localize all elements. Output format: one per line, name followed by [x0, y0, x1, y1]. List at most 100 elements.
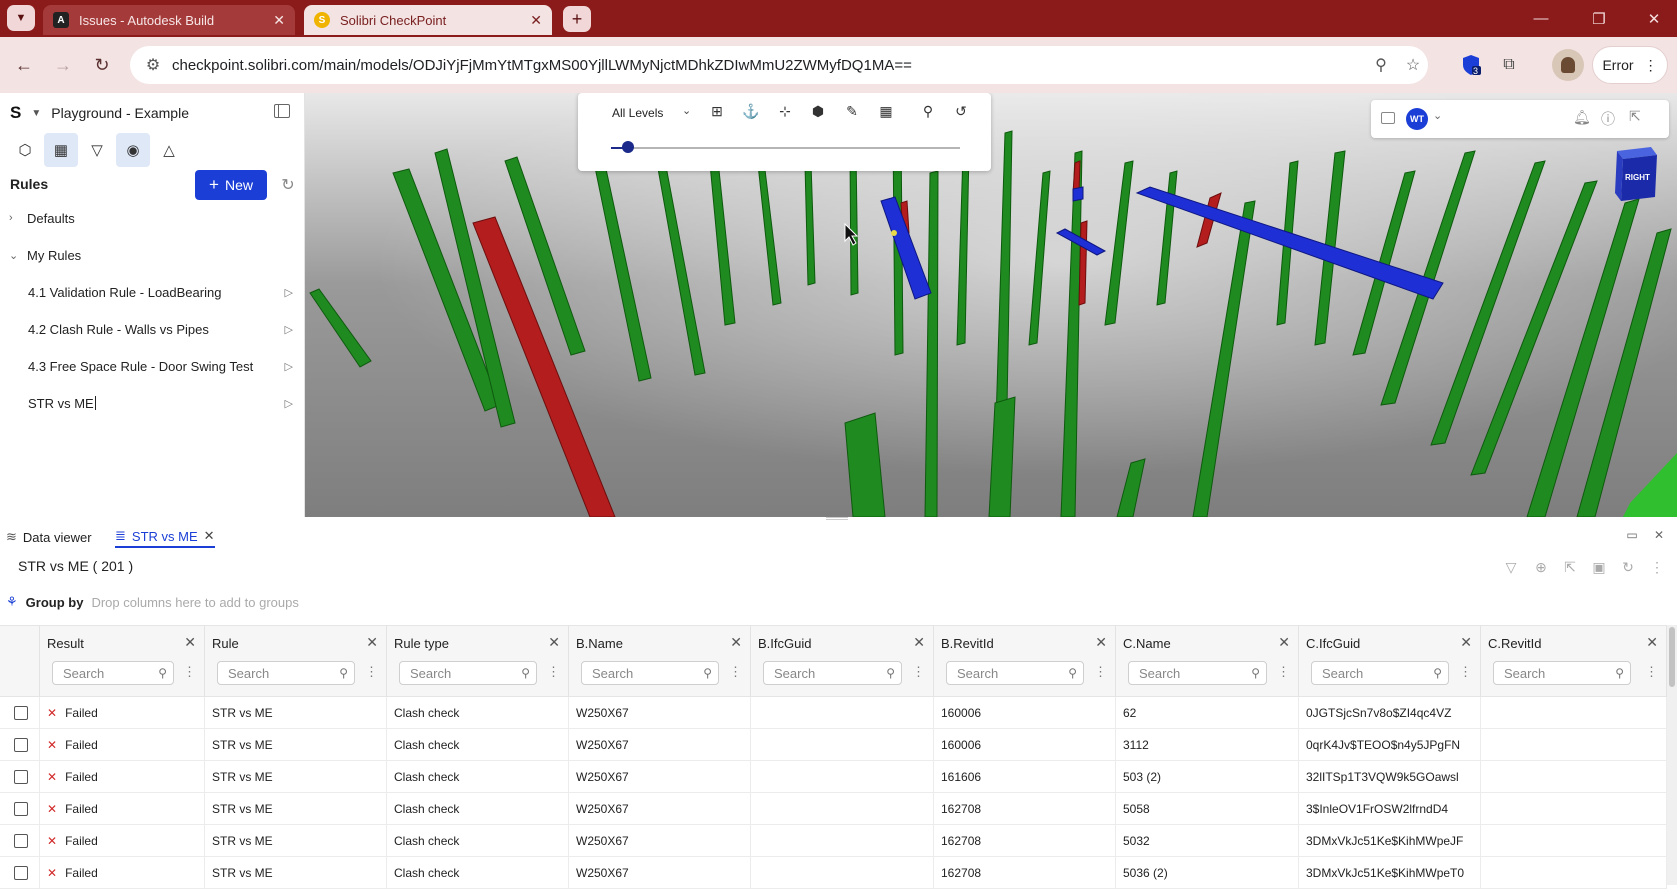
column-header-c-ifcguid[interactable]: C.IfcGuid ✕ Search ⚲ ⋮: [1299, 626, 1481, 698]
map-icon[interactable]: ⊞: [706, 100, 728, 122]
close-panel-icon[interactable]: ✕: [1650, 526, 1668, 544]
filter-icon[interactable]: ▽: [1500, 556, 1522, 578]
close-tab-icon[interactable]: ✕: [273, 12, 285, 29]
filter-icon[interactable]: ▽: [80, 133, 114, 167]
remove-column-icon[interactable]: ✕: [1646, 634, 1658, 651]
zoom-fit-icon[interactable]: ⚲: [917, 100, 939, 122]
row-checkbox[interactable]: [14, 770, 28, 784]
maximize-panel-icon[interactable]: ▭: [1623, 526, 1641, 544]
column-search-input[interactable]: Search ⚲: [1311, 661, 1449, 685]
forward-icon[interactable]: →: [49, 51, 77, 79]
column-header-c-revitid[interactable]: C.RevitId ✕ Search ⚲ ⋮: [1481, 626, 1667, 698]
remove-column-icon[interactable]: ✕: [730, 634, 742, 651]
minimize-window-icon[interactable]: —: [1518, 0, 1564, 37]
run-rule-play-icon[interactable]: ▷: [285, 323, 293, 336]
site-info-icon[interactable]: ⚙: [138, 46, 168, 84]
focus-target-icon[interactable]: ⊹: [774, 100, 796, 122]
column-menu-icon[interactable]: ⋮: [1277, 664, 1290, 680]
model-scene[interactable]: [305, 93, 1677, 517]
group-by-bar[interactable]: ⚘ Group by Drop columns here to add to g…: [6, 594, 299, 610]
column-menu-icon[interactable]: ⋮: [183, 664, 196, 680]
close-tab-icon[interactable]: ✕: [530, 12, 542, 29]
view-cube[interactable]: RIGHT: [1609, 145, 1659, 201]
level-select-label[interactable]: All Levels: [612, 106, 663, 120]
rule-item-selected[interactable]: STR vs ME ▷: [0, 390, 305, 416]
add-issue-icon[interactable]: ⊕: [1530, 556, 1552, 578]
chevron-down-icon[interactable]: ⌄: [682, 104, 691, 117]
measure-ruler-icon[interactable]: ✎: [841, 100, 863, 122]
tab-str-vs-me[interactable]: ≣ STR vs ME ✕: [115, 526, 215, 548]
column-search-input[interactable]: Search ⚲: [1128, 661, 1267, 685]
column-menu-icon[interactable]: ⋮: [1645, 664, 1658, 680]
user-avatar[interactable]: WT: [1406, 108, 1428, 130]
rules-check-icon[interactable]: ◉: [116, 133, 150, 167]
row-checkbox[interactable]: [14, 802, 28, 816]
share-export-icon[interactable]: ⇱: [1629, 108, 1641, 125]
project-selector[interactable]: S ▼ Playground - Example: [10, 101, 189, 125]
tree-view-icon[interactable]: ▦: [44, 133, 78, 167]
column-header-result[interactable]: Result ✕ Search ⚲ ⋮: [40, 626, 205, 698]
reset-view-icon[interactable]: ↺: [950, 100, 972, 122]
tree-folder-my-rules[interactable]: ⌄ My Rules: [0, 242, 305, 268]
refresh-icon[interactable]: ↻: [1617, 556, 1639, 578]
new-rule-button[interactable]: + New: [195, 170, 267, 200]
error-button[interactable]: Error ⋮: [1592, 46, 1668, 84]
column-search-input[interactable]: Search ⚲: [1493, 661, 1631, 685]
table-row[interactable]: ✕ Failed STR vs ME Clash check W250X67 162708…: [0, 825, 1667, 857]
table-row[interactable]: ✕ Failed STR vs ME Clash check W250X67 162708…: [0, 857, 1667, 889]
run-rule-play-icon[interactable]: ▷: [285, 397, 293, 410]
rule-item[interactable]: 4.1 Validation Rule - LoadBearing ▷: [0, 279, 305, 305]
level-slider-track[interactable]: [611, 147, 960, 149]
column-header-rule-type[interactable]: Rule type ✕ Search ⚲ ⋮: [387, 626, 569, 698]
run-rule-play-icon[interactable]: ▷: [285, 360, 293, 373]
browser-tab-solibri[interactable]: S Solibri CheckPoint ✕: [304, 5, 552, 35]
more-options-icon[interactable]: ⋮: [1646, 556, 1668, 578]
zoom-icon[interactable]: ⚲: [1366, 46, 1396, 84]
refresh-icon[interactable]: ↻: [278, 171, 298, 199]
close-tab-icon[interactable]: ✕: [204, 528, 215, 544]
bell-icon[interactable]: 🔔︎: [1573, 109, 1591, 126]
new-tab-icon[interactable]: +: [563, 6, 591, 32]
column-search-input[interactable]: Search ⚲: [763, 661, 902, 685]
column-search-input[interactable]: Search ⚲: [52, 661, 174, 685]
bookmark-star-icon[interactable]: ☆: [1398, 46, 1428, 84]
model-cube-icon[interactable]: ⬡: [8, 133, 42, 167]
column-header-c-name[interactable]: C.Name ✕ Search ⚲ ⋮: [1116, 626, 1299, 698]
column-header-rule[interactable]: Rule ✕ Search ⚲ ⋮: [205, 626, 387, 698]
column-search-input[interactable]: Search ⚲: [581, 661, 719, 685]
table-row[interactable]: ✕ Failed STR vs ME Clash check W250X67 162708…: [0, 793, 1667, 825]
rule-item[interactable]: 4.2 Clash Rule - Walls vs Pipes ▷: [0, 316, 305, 342]
back-icon[interactable]: ←: [10, 51, 38, 79]
column-search-input[interactable]: Search ⚲: [399, 661, 537, 685]
row-checkbox[interactable]: [14, 706, 28, 720]
column-search-input[interactable]: Search ⚲: [946, 661, 1084, 685]
browser-tab-autodesk[interactable]: A Issues - Autodesk Build ✕: [43, 5, 295, 35]
column-menu-icon[interactable]: ⋮: [912, 664, 925, 680]
reload-icon[interactable]: ↻: [88, 51, 116, 79]
run-rule-play-icon[interactable]: ▷: [285, 286, 293, 299]
remove-column-icon[interactable]: ✕: [184, 634, 196, 651]
table-row[interactable]: ✕ Failed STR vs ME Clash check W250X67 160006…: [0, 697, 1667, 729]
column-header-b-revitid[interactable]: B.RevitId ✕ Search ⚲ ⋮: [934, 626, 1116, 698]
chevron-down-icon[interactable]: ⌄: [1433, 109, 1442, 122]
remove-column-icon[interactable]: ✕: [1278, 634, 1290, 651]
profile-avatar[interactable]: [1552, 49, 1584, 81]
column-menu-icon[interactable]: ⋮: [547, 664, 560, 680]
close-window-icon[interactable]: ✕: [1631, 0, 1677, 37]
table-row[interactable]: ✕ Failed STR vs ME Clash check W250X67 161606…: [0, 761, 1667, 793]
tree-folder-defaults[interactable]: › Defaults: [0, 205, 305, 231]
column-header-b-name[interactable]: B.Name ✕ Search ⚲ ⋮: [569, 626, 751, 698]
save-icon[interactable]: ▣: [1588, 556, 1610, 578]
remove-column-icon[interactable]: ✕: [913, 634, 925, 651]
grid-icon[interactable]: ▦: [875, 100, 897, 122]
remove-column-icon[interactable]: ✕: [1460, 634, 1472, 651]
column-header-b-ifcguid[interactable]: B.IfcGuid ✕ Search ⚲ ⋮: [751, 626, 934, 698]
column-menu-icon[interactable]: ⋮: [365, 664, 378, 680]
info-icon[interactable]: ⓘ: [1601, 109, 1615, 129]
restore-window-icon[interactable]: ❐: [1576, 0, 1622, 37]
export-icon[interactable]: ⇱: [1559, 556, 1581, 578]
sidebar-toggle-icon[interactable]: [1381, 112, 1395, 124]
anchor-icon[interactable]: ⚓: [740, 100, 762, 122]
remove-column-icon[interactable]: ✕: [548, 634, 560, 651]
table-row[interactable]: ✕ Failed STR vs ME Clash check W250X67 160006…: [0, 729, 1667, 761]
